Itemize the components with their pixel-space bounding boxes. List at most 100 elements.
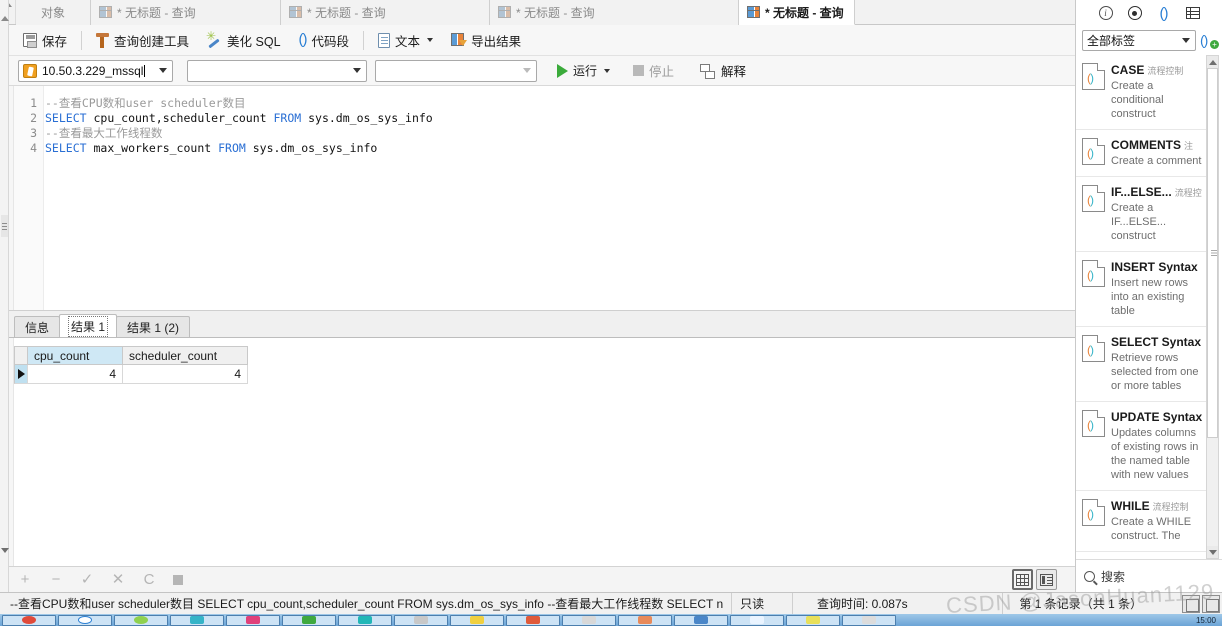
tab-object[interactable]: 对象 xyxy=(16,0,91,25)
connection-select-arrow[interactable] xyxy=(154,61,171,81)
remove-record-button[interactable]: − xyxy=(49,572,63,587)
database-select[interactable] xyxy=(187,59,367,82)
save-icon xyxy=(23,33,37,48)
add-record-button[interactable]: + xyxy=(18,572,32,587)
snippet-list[interactable]: () CASE 流程控制 Create a conditional constru… xyxy=(1076,55,1208,559)
taskbar-item[interactable] xyxy=(394,614,448,626)
tab-result-1[interactable]: 结果 1 xyxy=(59,314,118,337)
tab-query-1[interactable]: * 无标题 - 查询 xyxy=(91,0,281,25)
tab-query-4-active[interactable]: * 无标题 - 查询 xyxy=(739,0,855,25)
code-snippet-icon[interactable]: () xyxy=(1156,6,1171,21)
taskbar-item[interactable] xyxy=(2,614,56,626)
tab-result-1-2[interactable]: 结果 1 (2) xyxy=(116,316,191,337)
snippet-label-value: 全部标签 xyxy=(1087,33,1136,48)
taskbar-item[interactable] xyxy=(506,614,560,626)
refresh-button[interactable]: C xyxy=(142,572,156,587)
taskbar-item[interactable] xyxy=(786,614,840,626)
connection-select[interactable]: 10.50.3.229_mssql xyxy=(18,59,173,82)
code-snippet-button[interactable]: () 代码段 xyxy=(290,28,359,52)
export-result-button[interactable]: 导出结果 xyxy=(442,28,530,52)
scroll-down-button[interactable] xyxy=(1207,546,1218,558)
snippet-file-icon: () xyxy=(1082,63,1105,90)
left-panel-splitter[interactable] xyxy=(0,0,9,592)
sql-keyword: FROM xyxy=(273,111,302,125)
taskbar-item[interactable] xyxy=(170,614,224,626)
add-snippet-icon[interactable]: () + xyxy=(1200,32,1219,49)
snippet-title: IF...ELSE... 流程控 xyxy=(1111,185,1202,199)
list-item[interactable]: () UPDATE Syntax Updates columns of exis… xyxy=(1076,402,1208,491)
editor-code-area[interactable]: --查看CPU数和user scheduler数目 SELECT cpu_cou… xyxy=(45,86,1075,310)
grid-column-header-cpu-count[interactable]: cpu_count xyxy=(28,346,123,365)
status-resize-grips[interactable] xyxy=(1182,594,1222,613)
chevron-down-icon[interactable] xyxy=(427,38,434,42)
run-button[interactable]: 运行 xyxy=(551,59,616,83)
target-icon[interactable] xyxy=(1127,6,1142,21)
stop-button[interactable]: 停止 xyxy=(624,59,683,83)
taskbar-item[interactable] xyxy=(58,614,112,626)
snippet-list-scrollbar[interactable] xyxy=(1206,55,1219,559)
list-item[interactable]: () SELECT Syntax Retrieve rows selected … xyxy=(1076,327,1208,402)
list-item[interactable]: () CASE 流程控制 Create a conditional constru… xyxy=(1076,55,1208,130)
stop-loading-button[interactable] xyxy=(173,574,183,585)
grid-corner-cell[interactable] xyxy=(14,346,28,365)
cell-cpu-count[interactable]: 4 xyxy=(28,365,123,384)
taskbar-item[interactable] xyxy=(730,614,784,626)
grid-view-button[interactable] xyxy=(1012,569,1033,590)
sql-editor[interactable]: 1 2 3 4 --查看CPU数和user scheduler数目 SELECT… xyxy=(0,86,1075,310)
tab-query-3[interactable]: * 无标题 - 查询 xyxy=(490,0,739,25)
taskbar-item[interactable] xyxy=(338,614,392,626)
form-view-button[interactable] xyxy=(1036,569,1057,590)
beautify-sql-button[interactable]: 美化 SQL xyxy=(198,28,290,52)
maximize-window-icon[interactable] xyxy=(1202,594,1221,613)
list-item[interactable]: () INSERT Syntax Insert new rows into an… xyxy=(1076,252,1208,327)
schema-select[interactable] xyxy=(375,59,537,82)
text-view-button[interactable]: 文本 xyxy=(369,28,442,52)
scrollbar-thumb[interactable] xyxy=(1207,68,1218,438)
schema-select-arrow[interactable] xyxy=(518,61,535,81)
snippet-label-select[interactable]: 全部标签 xyxy=(1082,29,1196,51)
snippet-description: Create a IF...ELSE... construct xyxy=(1111,202,1167,242)
tab-object-label: 对象 xyxy=(40,6,65,20)
save-button[interactable]: 保存 xyxy=(14,28,76,52)
grid-header-row: cpu_count scheduler_count xyxy=(14,346,248,365)
table-row[interactable]: 4 4 xyxy=(14,365,248,384)
row-selector-cell[interactable] xyxy=(14,365,28,384)
taskbar-item[interactable] xyxy=(114,614,168,626)
query-builder-button[interactable]: 查询创建工具 xyxy=(87,28,198,52)
list-item[interactable]: () IF...ELSE... 流程控 Create a IF...ELSE...… xyxy=(1076,177,1208,252)
splitter-handle[interactable] xyxy=(1,215,8,237)
taskbar-item[interactable] xyxy=(562,614,616,626)
taskbar-item[interactable] xyxy=(674,614,728,626)
play-icon xyxy=(557,63,568,78)
splitter-collapse-up-icon[interactable] xyxy=(1,2,9,21)
taskbar-item[interactable] xyxy=(226,614,280,626)
snippet-label-arrow[interactable] xyxy=(1177,31,1194,50)
taskbar-item[interactable] xyxy=(282,614,336,626)
info-icon[interactable]: i xyxy=(1098,6,1113,21)
tab-info[interactable]: 信息 xyxy=(14,316,61,337)
code-text: sys.dm_os_sys_info xyxy=(245,141,378,155)
splitter-collapse-down-icon[interactable] xyxy=(1,548,9,567)
database-select-arrow[interactable] xyxy=(348,61,365,81)
snippet-category: 流程控制 xyxy=(1152,502,1189,512)
list-item[interactable]: () COMMENTS 注 Create a comment xyxy=(1076,130,1208,177)
apply-change-button[interactable]: ✓ xyxy=(80,572,94,587)
taskbar-item[interactable] xyxy=(618,614,672,626)
taskbar-item[interactable] xyxy=(842,614,896,626)
line-number: 2 xyxy=(30,111,37,125)
scroll-up-button[interactable] xyxy=(1207,56,1218,68)
snippet-search-box[interactable]: 搜索 xyxy=(1076,559,1222,592)
discard-change-button[interactable]: ✕ xyxy=(111,572,125,587)
taskbar-item[interactable] xyxy=(450,614,504,626)
grid-column-header-scheduler-count[interactable]: scheduler_count xyxy=(123,346,248,365)
list-item[interactable]: () WHILE 流程控制 Create a WHILE construct. T… xyxy=(1076,491,1208,552)
editor-line-number-gutter: 1 2 3 4 xyxy=(14,86,44,310)
chevron-down-icon[interactable] xyxy=(604,68,611,73)
table-icon[interactable] xyxy=(1185,6,1200,21)
cell-scheduler-count[interactable]: 4 xyxy=(123,365,248,384)
restore-window-icon[interactable] xyxy=(1182,594,1201,613)
explain-button[interactable]: 解释 xyxy=(691,59,755,83)
result-grid[interactable]: cpu_count scheduler_count 4 4 xyxy=(14,346,248,384)
code-comment: --查看最大工作线程数 xyxy=(45,126,163,140)
tab-query-2[interactable]: * 无标题 - 查询 xyxy=(281,0,490,25)
